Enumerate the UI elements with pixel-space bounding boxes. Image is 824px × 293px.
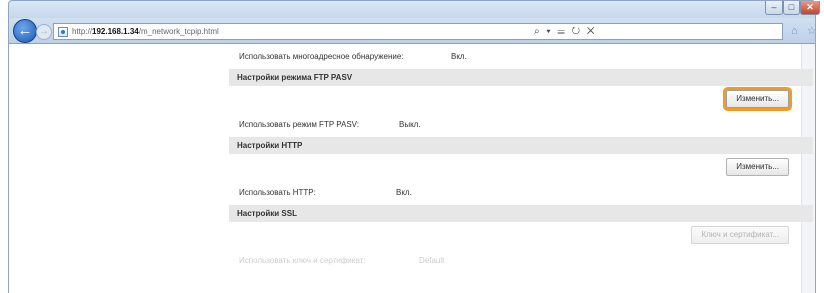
- maximize-button[interactable]: □: [783, 1, 800, 15]
- multicast-label: Использовать многоадресное обнаружение:: [239, 52, 404, 61]
- ssl-label: Использовать ключ и сертификат:: [239, 256, 366, 265]
- multicast-value: Вкл.: [451, 52, 467, 61]
- ssl-value: Default: [419, 256, 445, 265]
- ftp-pasv-button-row: Изменить...: [229, 86, 813, 112]
- ftp-pasv-section-title: Настройки режима FTP PASV: [237, 73, 353, 82]
- address-bar[interactable]: http://192.168.1.34/m_network_tcpip.html…: [53, 23, 783, 40]
- back-arrow-icon: ←: [17, 22, 33, 39]
- address-tools-icons[interactable]: ⌕ ▾ ☰ ↻ ✕: [534, 26, 596, 37]
- back-button[interactable]: ←: [13, 19, 37, 43]
- minimize-icon: –: [771, 2, 777, 12]
- multicast-row: Использовать многоадресное обнаружение: …: [229, 44, 813, 69]
- settings-panel: Использовать многоадресное обнаружение: …: [229, 44, 813, 273]
- ftp-pasv-value: Выкл.: [399, 120, 421, 129]
- ftp-pasv-label: Использовать режим FTP PASV:: [239, 120, 359, 129]
- browser-navbar: ← → http://192.168.1.34/m_network_tcpip.…: [8, 18, 824, 44]
- window-titlebar: – □ ✕: [8, 0, 820, 18]
- ftp-pasv-section-header: Настройки режима FTP PASV: [229, 69, 813, 86]
- url-text[interactable]: http://192.168.1.34/m_network_tcpip.html: [72, 27, 219, 36]
- http-label: Использовать HTTP:: [239, 188, 316, 197]
- minimize-button[interactable]: –: [765, 1, 783, 15]
- ssl-section-header: Настройки SSL: [229, 205, 813, 222]
- close-icon: ✕: [806, 2, 814, 12]
- http-row: Использовать HTTP: Вкл.: [229, 180, 813, 205]
- ftp-pasv-edit-button[interactable]: Изменить...: [726, 90, 789, 108]
- ssl-row: Использовать ключ и сертификат: Default: [229, 248, 813, 273]
- page-viewport: ▲ Использовать многоадресное обнаружение…: [8, 44, 816, 293]
- forward-arrow-icon: →: [39, 26, 49, 37]
- http-edit-button[interactable]: Изменить...: [726, 158, 789, 176]
- url-prefix: http://: [72, 27, 93, 36]
- forward-button[interactable]: →: [36, 24, 52, 40]
- close-window-button[interactable]: ✕: [800, 1, 820, 15]
- http-value: Вкл.: [396, 188, 412, 197]
- http-button-row: Изменить...: [229, 154, 813, 180]
- ssl-key-certificate-button[interactable]: Ключ и сертификат...: [691, 226, 789, 244]
- url-path: /m_network_tcpip.html: [138, 27, 219, 36]
- ssl-button-row: Ключ и сертификат...: [229, 222, 813, 248]
- ssl-section-title: Настройки SSL: [237, 209, 297, 218]
- ftp-pasv-row: Использовать режим FTP PASV: Выкл.: [229, 112, 813, 137]
- url-host: 192.168.1.34: [92, 27, 139, 36]
- http-section-header: Настройки HTTP: [229, 137, 813, 154]
- maximize-icon: □: [788, 2, 795, 12]
- home-favorites-tools-icons[interactable]: ⌂ ☆ ⚙: [791, 24, 824, 37]
- page-icon: [58, 27, 68, 37]
- http-section-title: Настройки HTTP: [237, 141, 303, 150]
